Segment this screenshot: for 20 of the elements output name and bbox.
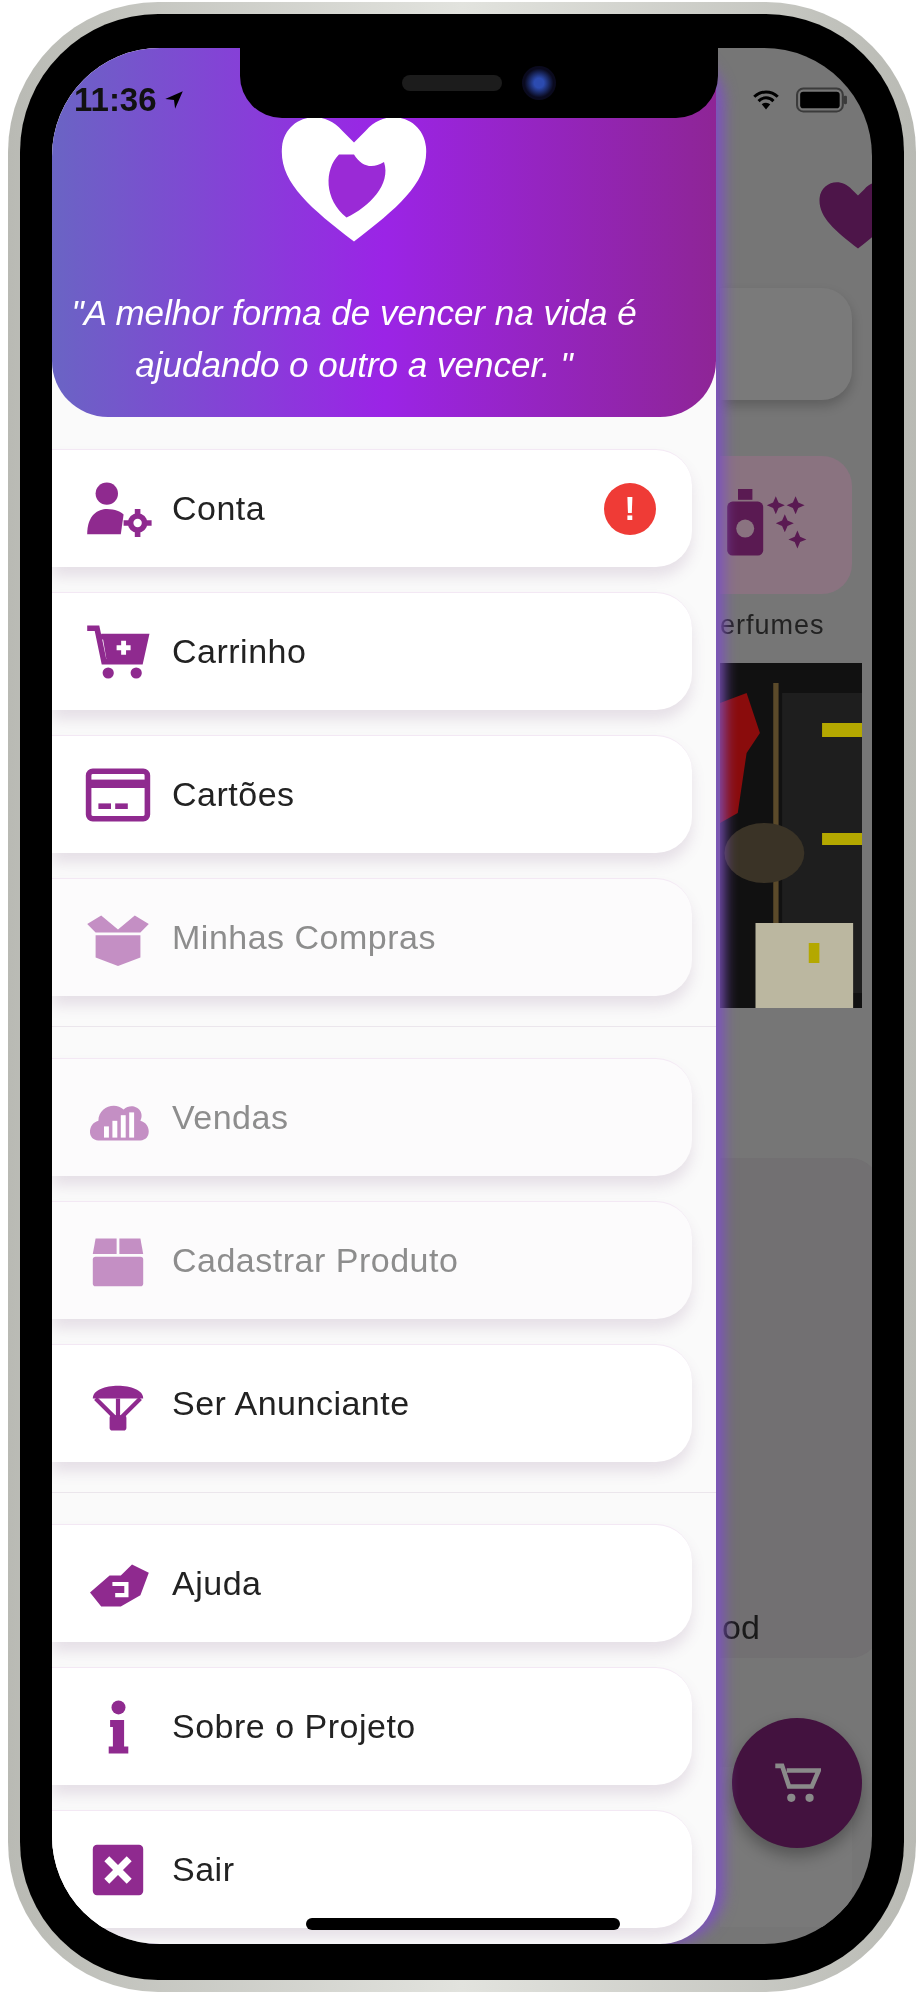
menu-item[interactable]: Cartões (52, 735, 692, 853)
quote-text: "A melhor forma de vencer na vida é ajudando o outro a vencer. " (70, 292, 638, 386)
category-label: erfumes (720, 610, 825, 641)
alert-badge: ! (604, 482, 656, 535)
cart-icon (773, 1763, 821, 1803)
category-tile[interactable] (720, 456, 852, 594)
menu-item[interactable]: Ser Anunciante (52, 1344, 692, 1462)
menu-item[interactable]: Sair (52, 1810, 692, 1928)
section-title: od (722, 1608, 760, 1647)
menu-item[interactable]: Conta ! (52, 449, 692, 567)
info-icon (107, 1698, 130, 1755)
menu-item[interactable]: Ajuda (52, 1524, 692, 1642)
menu-item[interactable]: Carrinho (52, 592, 692, 710)
cart-plus-icon (84, 623, 152, 680)
wifi-icon (750, 88, 782, 112)
credit-card-icon (84, 766, 152, 823)
menu-item[interactable]: Sobre o Projeto (52, 1667, 692, 1785)
battery-icon (796, 87, 848, 113)
user-gear-icon (84, 480, 152, 537)
status-time: 11:36 (74, 81, 157, 119)
